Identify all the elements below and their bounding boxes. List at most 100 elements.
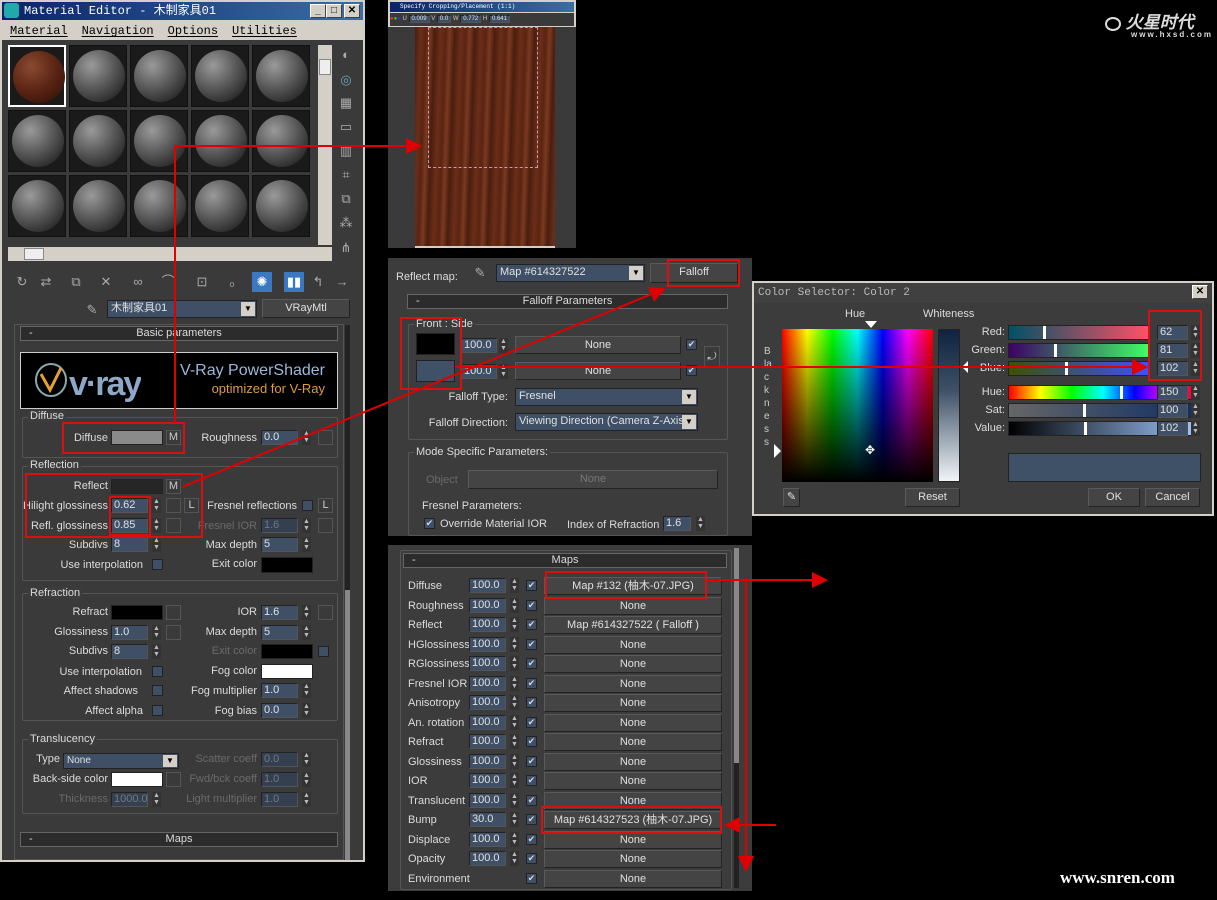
sample-slot[interactable]: [8, 175, 66, 237]
show-end-result-icon[interactable]: ▮▮: [284, 272, 304, 292]
affect-shadows-checkbox[interactable]: [152, 685, 163, 696]
material-navigator-icon[interactable]: ⋔: [336, 238, 356, 258]
fresnel-ior-map-button[interactable]: [318, 518, 333, 533]
map-enable-checkbox[interactable]: ✔: [526, 658, 537, 669]
map-amount-input[interactable]: 100.0: [469, 636, 506, 652]
menu-options[interactable]: Options: [168, 24, 218, 38]
hue-blackness-picker[interactable]: [782, 329, 933, 482]
map-amount-input[interactable]: 100.0: [469, 617, 506, 632]
map-amount-spinner[interactable]: ▲ ▼: [510, 675, 519, 691]
crop-v-input[interactable]: 0.0: [436, 15, 452, 23]
light-multiplier-spinner[interactable]: ▲ ▼: [302, 792, 311, 807]
hue-slider-thumb[interactable]: [1119, 386, 1123, 399]
ok-button[interactable]: OK: [1088, 488, 1140, 507]
refr-subdivs-input[interactable]: 8: [111, 644, 148, 659]
map-enable-checkbox[interactable]: ✔: [526, 872, 537, 884]
falloff-parameters-header[interactable]: - Falloff Parameters: [407, 294, 728, 309]
backside-color-swatch[interactable]: [111, 772, 163, 787]
crop-region-handle[interactable]: [428, 27, 538, 168]
use-interpolation-checkbox[interactable]: [152, 559, 163, 570]
sample-slot[interactable]: [191, 110, 249, 172]
subdivs-input[interactable]: 8: [111, 537, 148, 552]
map-amount-input[interactable]: 100.0: [469, 734, 506, 749]
exit-color-swatch[interactable]: [261, 557, 313, 573]
reset-button[interactable]: Reset: [905, 488, 960, 507]
sample-slot[interactable]: [130, 175, 188, 237]
backlight-icon[interactable]: ◎: [336, 70, 356, 90]
map-enable-checkbox[interactable]: ✔: [526, 697, 537, 708]
red-slider[interactable]: [1008, 325, 1150, 340]
put-to-scene-icon[interactable]: ⇄: [36, 272, 56, 292]
side-map-button[interactable]: None: [515, 362, 681, 380]
map-amount-input[interactable]: 100.0: [469, 656, 506, 671]
map-amount-input[interactable]: 100.0: [469, 792, 506, 808]
menu-navigation[interactable]: Navigation: [82, 24, 154, 38]
put-to-library-icon[interactable]: ⊡: [192, 272, 212, 292]
map-slot-button-roughness[interactable]: None: [544, 596, 722, 615]
refr-exit-color-swatch[interactable]: [261, 644, 313, 659]
hue-marker-icon[interactable]: [865, 321, 877, 328]
sample-slot[interactable]: [8, 110, 66, 172]
falloff-direction-dropdown[interactable]: Viewing Direction (Camera Z-Axis) ▼: [515, 413, 698, 431]
glossiness-map-button[interactable]: [166, 625, 181, 640]
sample-slot[interactable]: [69, 110, 127, 172]
basic-parameters-header[interactable]: - Basic parameters: [20, 326, 338, 341]
maps-rollout-header[interactable]: - Maps: [20, 832, 338, 847]
eyedropper-icon[interactable]: ✎: [783, 488, 800, 507]
crop-h-input[interactable]: 0.641: [488, 15, 510, 23]
fog-bias-spinner[interactable]: ▲ ▼: [302, 703, 311, 718]
map-enable-checkbox[interactable]: ✔: [526, 755, 537, 767]
minimize-button[interactable]: _: [310, 4, 326, 18]
value-slider-thumb[interactable]: [1084, 422, 1088, 435]
fog-multiplier-spinner[interactable]: ▲ ▼: [302, 683, 311, 698]
blackness-marker-icon[interactable]: [774, 444, 781, 458]
map-slot-button-fresnel-ior[interactable]: None: [544, 674, 722, 693]
fresnel-ior-spinner[interactable]: ▲ ▼: [302, 518, 311, 533]
eyedropper-icon[interactable]: ✎: [82, 300, 102, 320]
blue-slider[interactable]: [1008, 361, 1150, 376]
translucency-type-dropdown[interactable]: None ▼: [63, 753, 179, 769]
cancel-button[interactable]: Cancel: [1145, 488, 1200, 507]
map-amount-spinner[interactable]: ▲ ▼: [510, 695, 519, 710]
material-name-dropdown[interactable]: 木制家具01 ▼: [107, 300, 257, 318]
reset-map-icon[interactable]: ✕: [96, 272, 116, 292]
fresnel-ior-input[interactable]: 1.6: [261, 518, 298, 533]
max-depth-input[interactable]: 5: [261, 537, 298, 552]
map-enable-checkbox[interactable]: ✔: [526, 677, 537, 689]
map-enable-checkbox[interactable]: ✔: [526, 619, 537, 630]
side-amount-input[interactable]: 100.0: [461, 364, 497, 379]
map-amount-spinner[interactable]: ▲ ▼: [510, 792, 519, 808]
map-slot-button-ior[interactable]: None: [544, 772, 722, 790]
blue-slider-thumb[interactable]: [1065, 362, 1068, 375]
swap-colors-icon[interactable]: ⤾: [704, 346, 720, 368]
make-unique-icon[interactable]: ⌒: [158, 272, 178, 292]
map-amount-spinner[interactable]: ▲ ▼: [510, 656, 519, 671]
sample-slot[interactable]: [252, 45, 310, 107]
map-amount-spinner[interactable]: ▲ ▼: [510, 617, 519, 632]
backside-map-button[interactable]: [166, 772, 181, 787]
crop-u-input[interactable]: 0.009: [408, 15, 430, 23]
map-amount-spinner[interactable]: ▲ ▼: [510, 578, 519, 593]
refract-color-swatch[interactable]: [111, 605, 163, 620]
map-amount-spinner[interactable]: ▲ ▼: [510, 812, 519, 827]
map-slot-button-rglossiness[interactable]: None: [544, 655, 722, 673]
eyedropper-icon[interactable]: ✎: [470, 263, 490, 283]
map-slot-button-anisotropy[interactable]: None: [544, 694, 722, 712]
front-map-button[interactable]: None: [515, 336, 681, 354]
maximize-button[interactable]: □: [326, 4, 342, 18]
fwd-bck-coeff-spinner[interactable]: ▲ ▼: [302, 772, 311, 787]
close-button[interactable]: ✕: [344, 4, 360, 18]
go-to-parent-icon[interactable]: ↰: [308, 272, 328, 292]
map-amount-input[interactable]: 100.0: [469, 597, 506, 613]
select-by-material-icon[interactable]: ⁂: [336, 213, 356, 233]
scatter-coeff-spinner[interactable]: ▲ ▼: [302, 752, 311, 767]
map-enable-checkbox[interactable]: ✔: [526, 716, 537, 728]
map-enable-checkbox[interactable]: ✔: [526, 833, 537, 845]
falloff-type-dropdown[interactable]: Fresnel ▼: [515, 388, 698, 406]
map-enable-checkbox[interactable]: ✔: [526, 853, 537, 864]
material-type-button[interactable]: VRayMtl: [262, 299, 350, 318]
value-spinner[interactable]: ▲ ▼: [1191, 421, 1200, 436]
fog-multiplier-input[interactable]: 1.0: [261, 683, 298, 698]
map-amount-input[interactable]: 100.0: [469, 578, 506, 593]
map-amount-spinner[interactable]: ▲ ▼: [510, 851, 519, 866]
